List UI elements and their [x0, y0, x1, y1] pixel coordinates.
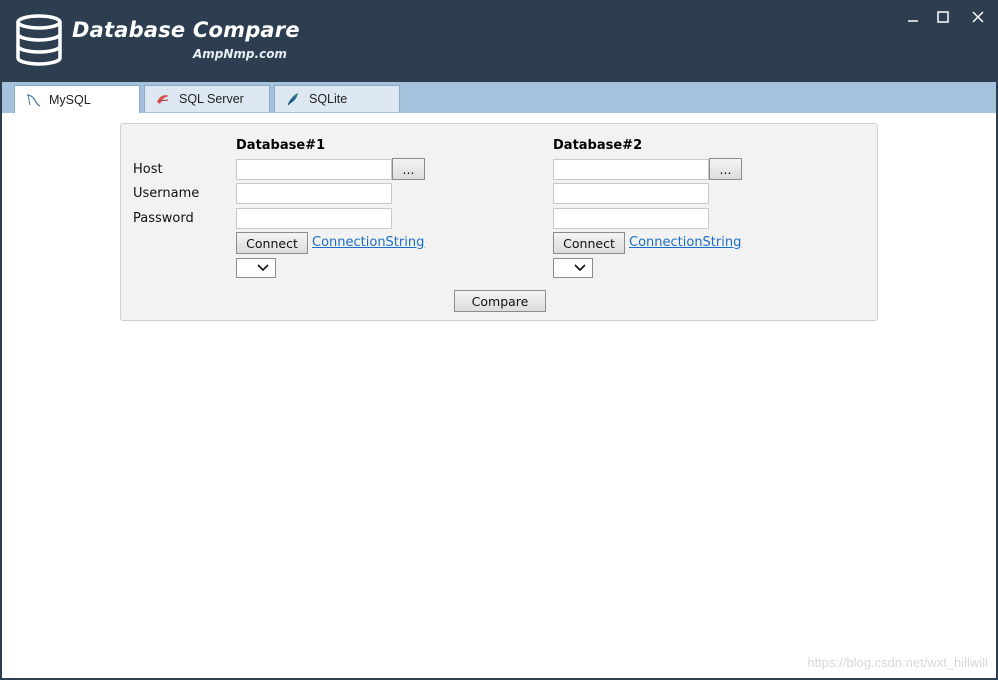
db2-password-input[interactable] — [553, 208, 709, 229]
db1-host-input[interactable] — [236, 159, 392, 180]
tab-sql-server[interactable]: SQL Server — [144, 85, 270, 112]
chevron-down-icon — [257, 264, 269, 272]
tab-label: MySQL — [49, 93, 91, 107]
db2-host-input[interactable] — [553, 159, 709, 180]
watermark: https://blog.csdn.net/wxt_hillwill — [807, 655, 988, 670]
db1-password-input[interactable] — [236, 208, 392, 229]
close-button[interactable] — [966, 6, 990, 28]
db2-username-input[interactable] — [553, 183, 709, 204]
tab-bar: MySQL SQL Server SQLite — [2, 82, 996, 114]
minimize-button[interactable] — [901, 6, 925, 28]
db1-database-select[interactable] — [236, 258, 276, 278]
tab-label: SQL Server — [179, 92, 244, 106]
sqlite-feather-icon — [285, 91, 301, 107]
app-title: Database Compare — [72, 18, 300, 42]
host-label: Host — [133, 162, 163, 177]
db1-connection-string-link[interactable]: ConnectionString — [312, 235, 424, 250]
db2-connect-button[interactable]: Connect — [553, 232, 625, 254]
sql-server-icon — [155, 91, 171, 107]
compare-button[interactable]: Compare — [454, 290, 546, 312]
connection-panel: Database#1 Database#2 Host Username Pass… — [120, 123, 878, 321]
title-bar: Database Compare AmpNmp.com — [0, 0, 998, 82]
db1-connect-button[interactable]: Connect — [236, 232, 308, 254]
database2-header: Database#2 — [553, 138, 643, 153]
maximize-icon — [937, 11, 949, 23]
database-logo-icon — [16, 14, 62, 66]
app-subtitle: AmpNmp.com — [193, 47, 287, 61]
tab-content: Database#1 Database#2 Host Username Pass… — [2, 113, 996, 678]
password-label: Password — [133, 211, 194, 226]
db2-connection-string-link[interactable]: ConnectionString — [629, 235, 741, 250]
maximize-button[interactable] — [931, 6, 955, 28]
db2-host-browse-button[interactable]: ... — [709, 158, 742, 180]
database1-header: Database#1 — [236, 138, 326, 153]
tab-mysql[interactable]: MySQL — [14, 85, 140, 114]
close-icon — [972, 11, 984, 23]
username-label: Username — [133, 186, 200, 201]
db2-database-select[interactable] — [553, 258, 593, 278]
minimize-icon — [908, 20, 918, 22]
db1-username-input[interactable] — [236, 183, 392, 204]
chevron-down-icon — [574, 264, 586, 272]
db1-host-browse-button[interactable]: ... — [392, 158, 425, 180]
tab-label: SQLite — [309, 92, 348, 106]
tab-sqlite[interactable]: SQLite — [274, 85, 400, 112]
mysql-dolphin-icon — [25, 92, 41, 108]
